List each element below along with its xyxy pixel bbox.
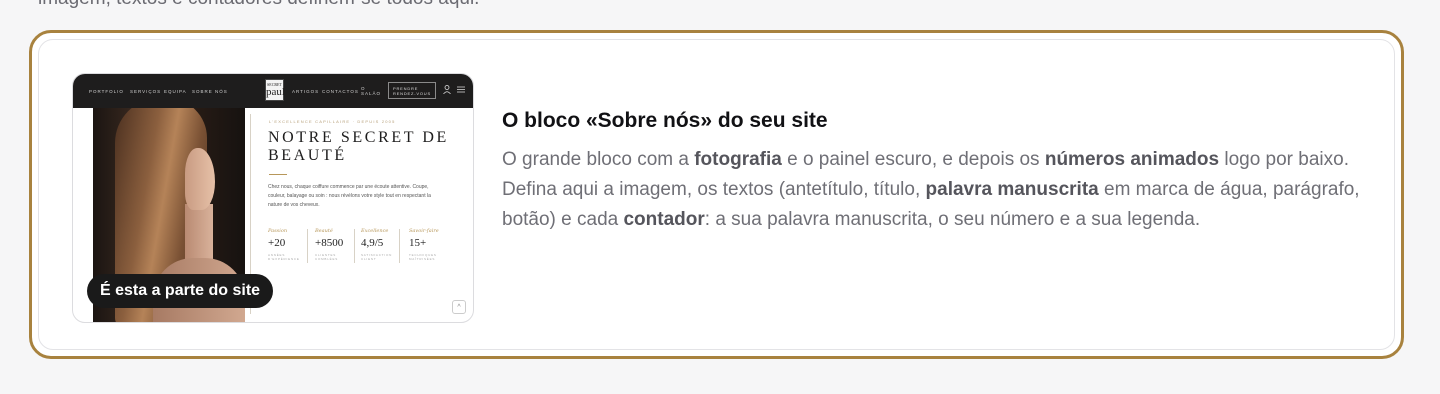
top-caption: imagem, textos e contadores definem-se t…: [38, 0, 479, 10]
preview-logo: SECRET paul: [265, 79, 285, 101]
stat-script: Beauté: [315, 228, 333, 234]
preview-nav-link: PORTFOLIO: [89, 89, 124, 94]
preview-nav-link: SOBRE NÓS: [192, 89, 228, 94]
desc-text: O grande bloco com a: [502, 149, 695, 170]
preview-logo-main: paul: [266, 86, 285, 98]
menu-icon: [456, 85, 466, 95]
photo-face: [185, 148, 215, 210]
stat-caption: CLIENTES COMBLÉES: [315, 253, 339, 261]
stat-separator: [354, 229, 355, 263]
preview-nav-link: O SALÃO: [361, 86, 382, 96]
desc-bold: fotografia: [694, 149, 782, 170]
stat-separator: [307, 229, 308, 263]
user-icon: [443, 85, 453, 95]
stat-script: Passion: [268, 228, 288, 234]
preview-stat: Beauté +8500 CLIENTES COMBLÉES: [315, 228, 357, 261]
stat-number: +8500: [315, 237, 344, 249]
preview-nav-link: CONTACTOS: [322, 89, 359, 94]
stat-script: Savoir-faire: [409, 228, 439, 234]
desc-bold: números animados: [1044, 149, 1220, 170]
stat-separator: [399, 229, 400, 263]
stat-script: Excellence: [361, 228, 389, 234]
preview-nav-link: ARTIGOS: [292, 89, 320, 94]
preview-stat: Excellence 4,9/5 SATISFACTION CLIENT: [361, 228, 403, 261]
preview-overline: L'EXCELLENCE CAPILLAIRE · DEPUIS 2005: [269, 119, 396, 124]
preview-nav-link: SERVIÇOS: [130, 89, 162, 94]
photo-neck: [185, 204, 213, 264]
desc-text: e o painel escuro, e depois os: [781, 149, 1045, 170]
preview-stat: Passion +20 ANNÉES D'EXPÉRIENCE: [268, 228, 310, 261]
desc-bold: contador: [623, 209, 705, 230]
preview-paragraph: Chez nous, chaque coiffure commence par …: [268, 184, 431, 208]
desc-text: : a sua palavra manuscrita, o seu número…: [704, 209, 1201, 230]
desc-bold: palavra manuscrita: [925, 179, 1099, 200]
preview-rule: [269, 174, 287, 175]
stat-caption: ANNÉES D'EXPÉRIENCE: [268, 253, 300, 261]
section-indicator-pill: É esta a parte do site: [87, 274, 274, 308]
stat-number: 15+: [409, 237, 427, 249]
stat-caption: SATISFACTION CLIENT: [361, 253, 393, 261]
preview-nav: PORTFOLIO SERVIÇOS EQUIPA SOBRE NÓS SECR…: [73, 74, 473, 108]
scroll-top-icon: ^: [452, 300, 466, 314]
stat-caption: TECHNIQUES MAÎTRISÉES: [409, 253, 437, 261]
section-heading: O bloco «Sobre nós» do seu site: [502, 109, 828, 132]
preview-cta: PRENDRE RENDEZ-VOUS: [388, 82, 436, 99]
stat-number: 4,9/5: [361, 237, 384, 249]
preview-title: NOTRE SECRET DE BEAUTÉ: [268, 129, 449, 164]
stat-number: +20: [268, 237, 286, 249]
preview-stat: Savoir-faire 15+ TECHNIQUES MAÎTRISÉES: [409, 228, 451, 261]
preview-nav-link: EQUIPA: [164, 89, 187, 94]
section-description: O grande bloco com a fotografia e o pain…: [502, 145, 1372, 235]
